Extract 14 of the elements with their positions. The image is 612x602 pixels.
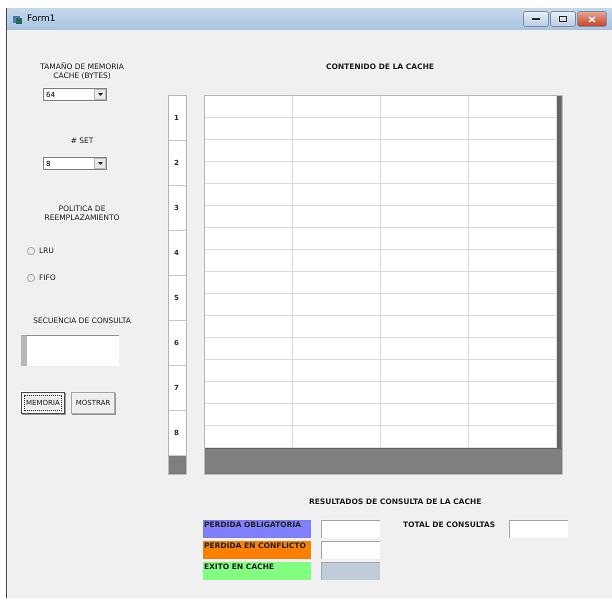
close-icon (588, 16, 596, 22)
result-field[interactable] (321, 520, 380, 538)
maximize-icon (559, 16, 567, 22)
dropdown-arrow-icon (98, 162, 102, 165)
sequence-input-field[interactable] (21, 335, 119, 366)
dropdown-arrow-icon (98, 93, 102, 96)
maximize-button[interactable] (550, 11, 576, 27)
window-title: Form1 (27, 14, 56, 24)
total-field[interactable] (509, 520, 568, 538)
result-field[interactable] (321, 541, 380, 559)
minimize-icon (532, 18, 540, 20)
close-button[interactable] (577, 11, 607, 27)
minimize-button[interactable] (523, 11, 549, 27)
app-icon (13, 14, 22, 24)
